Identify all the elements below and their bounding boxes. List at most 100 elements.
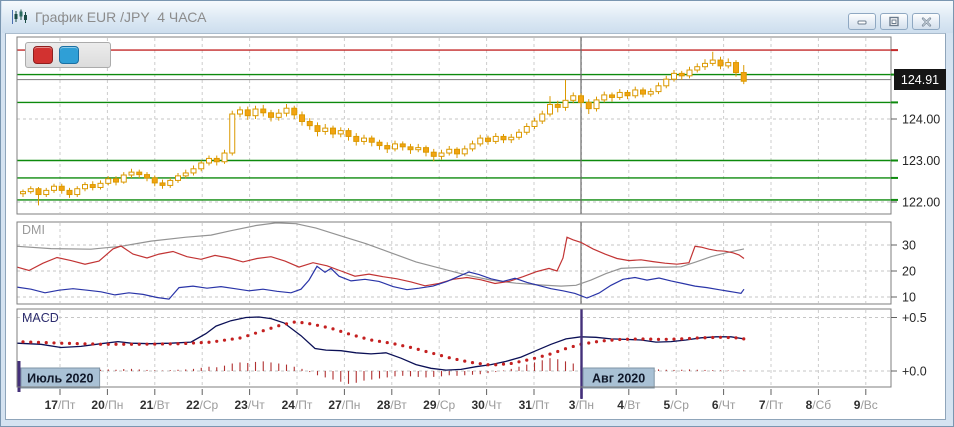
macd-signal-dot (91, 342, 94, 345)
date-axis: 17/Пт 20/Пн 21/Вт 22/Ср 23/Чт 24/Пт 27/Пн 28/Вт… (45, 389, 878, 412)
macd-signal-dot (548, 353, 551, 356)
macd-signal-dot (269, 327, 272, 330)
date-label: 5/Ср (664, 398, 690, 412)
date-label: 8/Сб (806, 398, 832, 412)
dmi-axis-tick: 10 (902, 291, 916, 305)
macd-signal-dot (486, 363, 489, 366)
date-label: 20/Пн (91, 398, 123, 412)
macd-signal-dot (510, 362, 513, 365)
macd-signal-dot (618, 338, 621, 341)
macd-signal-dot (688, 337, 691, 340)
macd-signal-dot (727, 336, 730, 339)
macd-signal-dot (339, 330, 342, 333)
toolbar-red-button[interactable] (33, 46, 53, 64)
macd-axis-tick: +0.5 (902, 311, 927, 325)
macd-signal-dot (161, 342, 164, 345)
macd-signal-dot (703, 336, 706, 339)
macd-signal-dot (455, 358, 458, 361)
macd-signal-dot (719, 336, 722, 339)
dmi-axis-tick: 30 (902, 239, 916, 253)
price-axis-tick: 123.00 (902, 154, 940, 168)
macd-signal-dot (401, 344, 404, 347)
macd-signal-dot (417, 348, 420, 351)
macd-signal-dot (29, 340, 32, 343)
macd-signal-dot (238, 336, 241, 339)
macd-signal-dot (293, 321, 296, 324)
macd-signal-dot (254, 332, 257, 335)
macd-signal-dot (60, 342, 63, 345)
date-label: 22/Ср (186, 398, 218, 412)
price-axis-tick: 122.00 (902, 196, 940, 210)
macd-signal-dot (463, 360, 466, 363)
dmi-plusminus-di-line (17, 237, 744, 286)
macd-signal-dot (308, 322, 311, 325)
panel-borders (17, 37, 891, 387)
macd-signal-dot (603, 339, 606, 342)
macd-signal-dot (145, 343, 148, 346)
macd-signal-dot (138, 343, 141, 346)
macd-signal-dot (479, 362, 482, 365)
macd-line (17, 317, 744, 370)
macd-signal-dot (68, 342, 71, 345)
current-price-value: 124.91 (901, 73, 939, 87)
macd-signal-dot (742, 337, 745, 340)
macd-signal-dot (200, 341, 203, 344)
macd-signal-dot (83, 342, 86, 345)
macd-label: MACD (22, 311, 59, 325)
macd-signal-dot (347, 332, 350, 335)
date-label: 3/Пн (569, 398, 594, 412)
date-label: 23/Чт (235, 398, 266, 412)
macd-signal-dot (696, 336, 699, 339)
macd-signal-dot (665, 338, 668, 341)
macd-signal-dot (99, 343, 102, 346)
date-label: 4/Вт (617, 398, 641, 412)
macd-signal-dot (262, 329, 265, 332)
macd-signal-dot (494, 363, 497, 366)
panel-labels: DMI MACD (22, 223, 59, 325)
macd-signal-dot (176, 342, 179, 345)
date-label: 21/Вт (140, 398, 170, 412)
chart-mini-toolbar (25, 42, 111, 68)
macd-signal-dot (711, 336, 714, 339)
macd-signal-dot (316, 324, 319, 327)
macd-signal-dot (502, 363, 505, 366)
macd-signal-dot (169, 342, 172, 345)
macd-signal-dot (672, 337, 675, 340)
toolbar-blue-button[interactable] (59, 46, 79, 64)
macd-signal-dot (541, 355, 544, 358)
macd-signal-dot (641, 337, 644, 340)
macd-signal-dot (587, 341, 590, 344)
macd-signal-dot (533, 357, 536, 360)
macd-signal-dot (657, 338, 660, 341)
chart-canvas[interactable]: Июль 2020Авг 2020DMIMACD124.00123.00122.… (1, 1, 954, 427)
macd-signal-dot (184, 342, 187, 345)
indicator-axes: 302010+0.5+0.0 (891, 239, 927, 379)
date-label: 28/Вт (377, 398, 407, 412)
macd-signal-dot (207, 341, 210, 344)
macd-signal-dot (432, 352, 435, 355)
macd-signal-dot (285, 322, 288, 325)
price-axis-tick: 124.00 (902, 113, 940, 127)
macd-signal-dot (378, 340, 381, 343)
macd-signal-dot (409, 346, 412, 349)
macd-signal-dot (231, 337, 234, 340)
macd-signal-dot (386, 341, 389, 344)
macd-signal-dot (734, 336, 737, 339)
macd-signal-dot (517, 360, 520, 363)
dmi-label: DMI (22, 223, 45, 237)
macd-signal-dot (215, 340, 218, 343)
macd-signal-dot (564, 347, 567, 350)
dmi-panel-series (17, 223, 744, 299)
date-label: 27/Пн (328, 398, 360, 412)
macd-signal-dot (634, 337, 637, 340)
price-axis: 124.00 123.00 122.00 124.91 (891, 50, 946, 209)
macd-signal-dot (362, 336, 365, 339)
macd-signal-dot (107, 343, 110, 346)
macd-signal-dot (192, 341, 195, 344)
date-label: 24/Пт (282, 398, 313, 412)
macd-signal-dot (355, 334, 358, 337)
date-label: 17/Пт (45, 398, 76, 412)
dmi-axis-tick: 20 (902, 265, 916, 279)
macd-signal-dot (331, 327, 334, 330)
macd-signal-dot (153, 342, 156, 345)
